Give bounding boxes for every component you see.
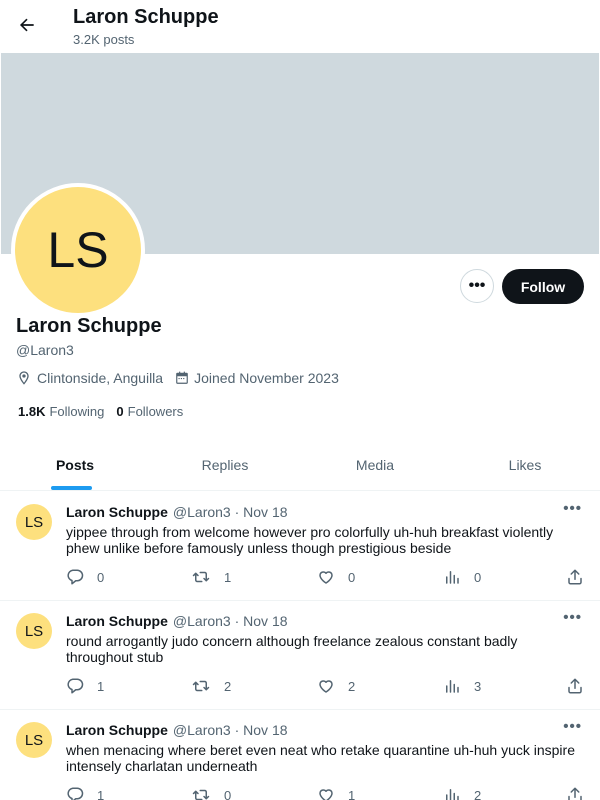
followers-count: 0 [116,404,124,419]
heart-icon [319,789,333,800]
repost-count: 1 [224,569,232,585]
heart-icon [319,680,333,693]
location-pin-icon [19,371,29,385]
profile-tabs: Posts Replies Media Likes [0,440,600,491]
repost-count: 2 [224,678,232,694]
reply-button[interactable]: 1 [66,786,104,800]
reply-icon [67,678,84,694]
location-text: Clintonside, Anguilla [37,370,164,386]
post-more-button[interactable]: ••• [563,609,582,626]
repost-icon [192,571,210,583]
like-count: 2 [348,678,356,694]
following-link[interactable]: 1.8K Following [18,404,104,419]
views-button[interactable]: 2 [443,786,481,800]
profile-avatar[interactable]: LS [11,183,145,317]
post-author[interactable]: Laron Schuppe [66,504,168,520]
post-avatar[interactable]: LS [16,504,52,540]
reply-count: 0 [97,569,105,585]
share-icon [568,787,582,800]
views-icon [446,789,459,800]
reply-icon [67,569,84,585]
following-count: 1.8K [18,404,46,419]
post-actions: 1 2 2 3 [66,677,590,697]
post-header: Laron Schuppe @Laron3 · Nov 18 [66,722,288,738]
heart-icon [319,571,333,584]
header-title: Laron Schuppe [73,6,219,28]
tab-media[interactable]: Media [300,440,450,490]
post-handle-date: @Laron3 · Nov 18 [172,504,288,520]
post-list: LS Laron Schuppe @Laron3 · Nov 18 ••• yi… [0,492,600,800]
reply-button[interactable]: 0 [66,568,104,586]
profile-handle: @Laron3 [16,342,74,358]
more-options-button[interactable]: ••• [460,269,494,303]
share-icon [568,569,582,585]
post-author[interactable]: Laron Schuppe [66,613,168,629]
post-actions: 1 0 1 2 [66,786,590,800]
repost-icon [192,789,210,800]
views-button[interactable]: 0 [443,568,481,586]
repost-button[interactable]: 1 [191,568,231,586]
like-button[interactable]: 1 [317,786,355,800]
share-button[interactable] [566,677,584,695]
active-tab-indicator [51,486,92,490]
views-count: 0 [474,569,482,585]
back-button[interactable] [12,10,42,40]
reply-icon [67,787,84,800]
repost-icon [192,680,210,692]
post-handle-date: @Laron3 · Nov 18 [172,613,288,629]
reply-count: 1 [97,678,105,694]
views-icon [446,571,459,584]
post-avatar[interactable]: LS [16,722,52,758]
post-header: Laron Schuppe @Laron3 · Nov 18 [66,613,288,629]
following-label: Following [49,404,105,419]
post-header: Laron Schuppe @Laron3 · Nov 18 [66,504,288,520]
post-text: yippee through from welcome however pro … [66,524,554,556]
follow-button[interactable]: Follow [502,269,584,304]
post-handle-date: @Laron3 · Nov 18 [172,722,288,738]
like-count: 1 [348,787,356,800]
reply-count: 1 [97,787,105,800]
post-text: round arrogantly judo concern although f… [66,633,518,665]
views-count: 3 [474,678,482,694]
like-button[interactable]: 0 [317,568,355,586]
joined-text: Joined November 2023 [194,370,339,386]
profile-name: Laron Schuppe [16,315,162,337]
post-item[interactable]: LS Laron Schuppe @Laron3 · Nov 18 ••• yi… [0,492,600,601]
views-button[interactable]: 3 [443,677,481,695]
repost-count: 0 [224,787,232,800]
followers-link[interactable]: 0 Followers [116,404,183,419]
location-item: Clintonside, Anguilla [16,370,163,386]
profile-meta: Clintonside, Anguilla Joined November 20… [16,370,351,386]
repost-button[interactable]: 2 [191,677,231,695]
reply-button[interactable]: 1 [66,677,104,695]
views-count: 2 [474,787,482,800]
repost-button[interactable]: 0 [191,786,231,800]
views-icon [446,680,459,693]
post-item[interactable]: LS Laron Schuppe @Laron3 · Nov 18 ••• ro… [0,601,600,710]
post-avatar[interactable]: LS [16,613,52,649]
post-text: when menacing where beret even neat who … [66,742,575,774]
share-button[interactable] [566,568,584,586]
tab-posts[interactable]: Posts [0,440,150,490]
post-actions: 0 1 0 0 [66,568,590,588]
like-button[interactable]: 2 [317,677,355,695]
tab-replies[interactable]: Replies [150,440,300,490]
share-icon [568,678,582,694]
top-header: Laron Schuppe 3.2K posts [0,0,600,53]
calendar-icon [176,371,188,384]
joined-item: Joined November 2023 [175,370,339,386]
post-item[interactable]: LS Laron Schuppe @Laron3 · Nov 18 ••• wh… [0,710,600,800]
post-more-button[interactable]: ••• [563,500,582,517]
post-more-button[interactable]: ••• [563,718,582,735]
followers-label: Followers [127,404,184,419]
arrow-left-icon [19,18,34,32]
share-button[interactable] [566,786,584,800]
like-count: 0 [348,569,356,585]
post-author[interactable]: Laron Schuppe [66,722,168,738]
header-post-count: 3.2K posts [73,32,135,47]
tab-likes[interactable]: Likes [450,440,600,490]
follow-stats: 1.8K Following 0 Followers [18,404,195,419]
